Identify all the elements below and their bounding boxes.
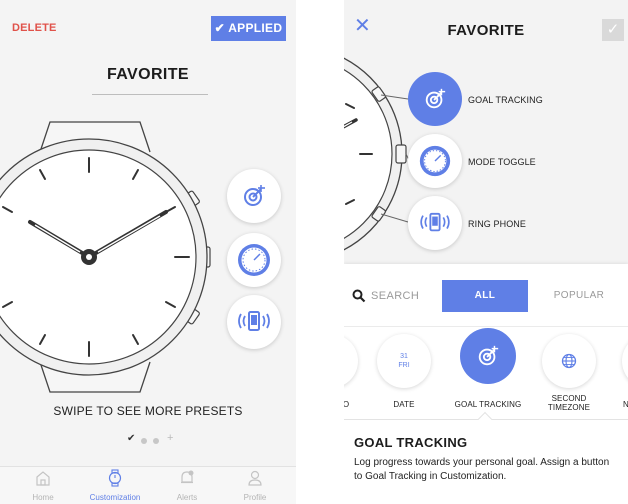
detail-title: GOAL TRACKING	[354, 435, 468, 450]
mode-toggle-icon	[238, 244, 270, 276]
header-bar: DELETE ✔ APPLIED	[0, 0, 296, 52]
applied-button[interactable]: ✔ APPLIED	[211, 16, 286, 41]
assigned-goal-tracking[interactable]	[408, 72, 462, 126]
carousel-label: O	[344, 400, 350, 409]
goal-target-icon	[478, 345, 499, 366]
search-tab[interactable]: SEARCH	[352, 280, 438, 312]
selection-caret	[477, 411, 493, 427]
tab-bar: Home Customization Alerts Profile	[0, 466, 296, 504]
page-title: FAVORITE	[106, 66, 190, 83]
carousel-label: GOAL TRACKING	[454, 400, 522, 409]
person-icon	[248, 470, 262, 486]
assigned-mode-toggle[interactable]	[408, 134, 462, 188]
tab-all[interactable]: ALL	[442, 280, 528, 312]
carousel-item-goal-tracking[interactable]	[460, 328, 516, 384]
detail-description: Log progress towards your personal goal.…	[354, 457, 610, 482]
pager-dot	[141, 438, 147, 444]
right-screen: ✕ FAVORITE ✓ GOAL TRACKING MODE TOGGLE R…	[344, 0, 628, 504]
delete-button[interactable]: DELETE	[12, 22, 57, 34]
mode-toggle-icon	[419, 145, 451, 177]
assigned-label: MODE TOGGLE	[468, 157, 536, 167]
goal-target-icon	[425, 88, 446, 109]
carousel-label-line: TIMEZONE	[547, 403, 591, 412]
carousel-item-second-timezone[interactable]	[542, 334, 596, 388]
bottom-button-ring-phone[interactable]	[227, 295, 281, 349]
carousel-label: SECOND TIMEZONE	[536, 394, 602, 412]
tab-alerts[interactable]: Alerts	[150, 469, 224, 502]
filter-tabs: SEARCH ALL POPULAR	[344, 280, 628, 327]
carousel-label: DATE	[393, 400, 415, 409]
calendar-date-icon: 31	[400, 353, 408, 360]
page-title: FAVORITE	[447, 22, 525, 39]
search-icon	[352, 289, 366, 303]
carousel-item-partial[interactable]	[622, 334, 628, 388]
assigned-label: RING PHONE	[468, 219, 527, 229]
tab-popular[interactable]: POPULAR	[536, 280, 622, 312]
calendar-day: FRI	[398, 362, 410, 369]
check-icon: ✔	[127, 433, 136, 444]
globe-icon	[561, 353, 577, 369]
ring-phone-icon	[420, 212, 450, 232]
middle-button-mode-toggle[interactable]	[227, 233, 281, 287]
tab-label: Alerts	[176, 493, 198, 502]
tab-profile[interactable]: Profile	[218, 469, 292, 502]
left-screen: DELETE ✔ APPLIED FAVORITE SWIPE TO SEE M…	[0, 0, 296, 504]
watch-icon	[108, 469, 122, 487]
carousel-item-partial[interactable]	[344, 334, 358, 388]
search-label: SEARCH	[371, 290, 420, 302]
complication-carousel[interactable]: O 31 FRI DATE GOAL TRACKING SECOND TIMEZ…	[344, 326, 628, 412]
tab-label: Customization	[89, 493, 141, 502]
carousel-item-date[interactable]: 31 FRI	[377, 334, 431, 388]
tab-label: Profile	[243, 493, 267, 502]
tab-home[interactable]: Home	[6, 469, 80, 502]
top-button-goal-tracking[interactable]	[227, 169, 281, 223]
pager-dot	[153, 438, 159, 444]
carousel-label: N	[623, 400, 628, 409]
preset-pager[interactable]: ✔ +	[127, 432, 187, 447]
assigned-label: GOAL TRACKING	[468, 95, 543, 105]
swipe-hint: SWIPE TO SEE MORE PRESETS	[53, 404, 243, 418]
plus-icon: +	[167, 432, 174, 444]
tab-customization[interactable]: Customization	[78, 469, 152, 502]
assigned-ring-phone[interactable]	[408, 196, 462, 250]
bell-icon	[181, 470, 194, 484]
confirm-check-button[interactable]: ✓	[602, 19, 624, 41]
home-icon	[36, 471, 50, 486]
carousel-label-line: SECOND	[551, 394, 587, 403]
ring-phone-icon	[238, 311, 270, 331]
goal-target-icon	[244, 185, 265, 206]
tab-label: Home	[32, 493, 54, 502]
title-divider	[92, 94, 208, 95]
complication-picker: SEARCH ALL POPULAR O 31 FRI DATE GOAL TR…	[344, 264, 628, 504]
